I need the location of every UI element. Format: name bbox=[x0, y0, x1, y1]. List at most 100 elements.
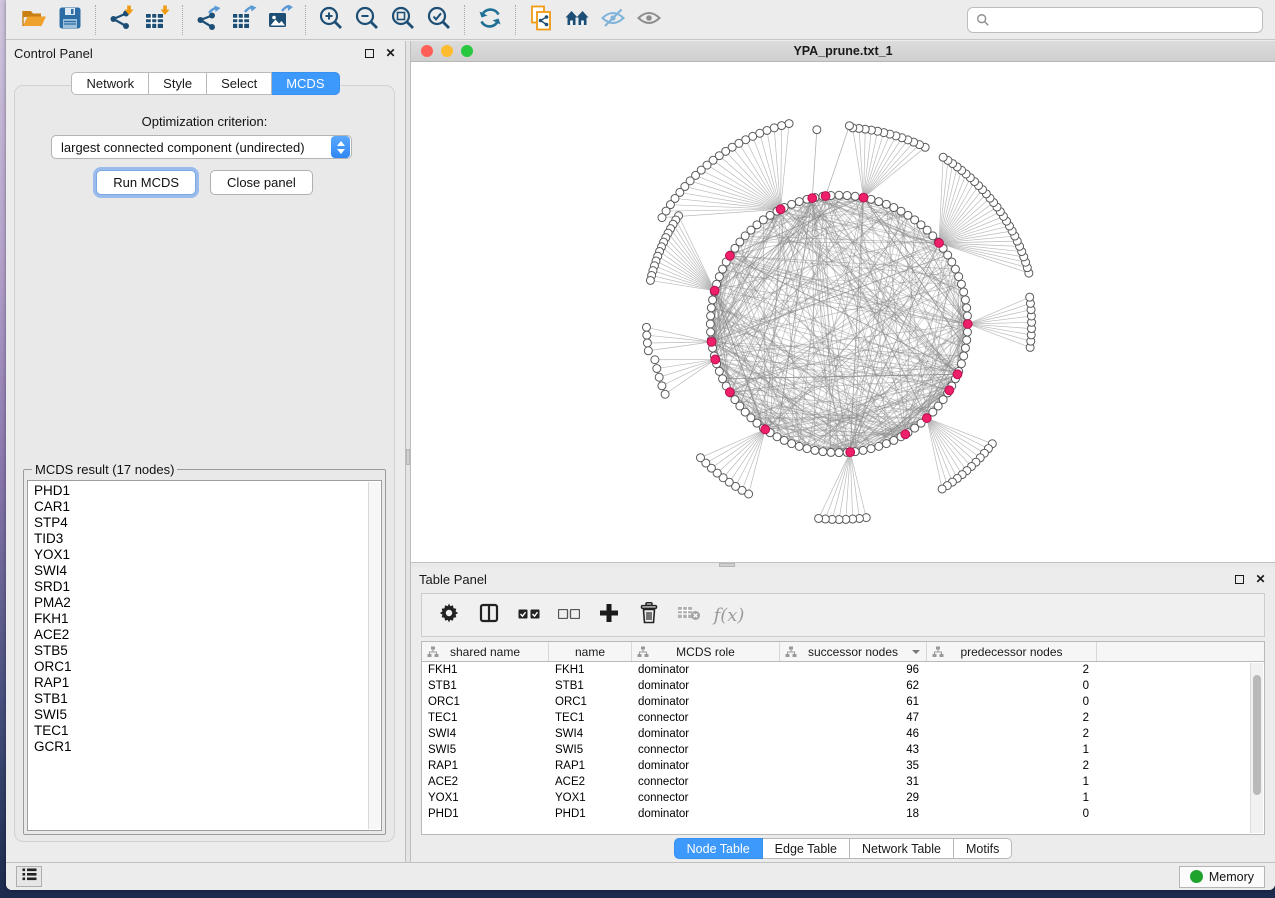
export-image-button[interactable] bbox=[262, 4, 298, 36]
column-header-shared-name[interactable]: shared name bbox=[422, 642, 549, 661]
table-cell: 31 bbox=[780, 776, 927, 788]
table-row[interactable]: FKH1FKH1dominator962 bbox=[422, 662, 1264, 678]
duplicate-network-button[interactable] bbox=[523, 4, 559, 36]
mcds-result-item[interactable]: SRD1 bbox=[34, 579, 367, 595]
search-input[interactable] bbox=[996, 13, 1254, 28]
table-cell: 61 bbox=[780, 696, 927, 708]
network-canvas[interactable] bbox=[411, 62, 1275, 562]
table-row[interactable]: ORC1ORC1dominator610 bbox=[422, 694, 1264, 710]
scrollbar-thumb[interactable] bbox=[1253, 675, 1261, 795]
export-network-button[interactable] bbox=[190, 4, 226, 36]
export-table-icon bbox=[231, 5, 257, 34]
float-panel-icon[interactable] bbox=[363, 47, 376, 60]
tab-network[interactable]: Network bbox=[71, 72, 149, 95]
mcds-result-item[interactable]: STB1 bbox=[34, 691, 367, 707]
mcds-result-item[interactable]: STP4 bbox=[34, 515, 367, 531]
toolbar-separator bbox=[182, 5, 183, 35]
table-cell: 46 bbox=[780, 728, 927, 740]
table-cell: connector bbox=[632, 792, 780, 804]
import-network-button[interactable] bbox=[103, 4, 139, 36]
table-row[interactable]: SWI5SWI5connector431 bbox=[422, 742, 1264, 758]
tab-mcds[interactable]: MCDS bbox=[272, 72, 339, 95]
eye-slash-icon bbox=[600, 5, 626, 34]
close-panel-icon[interactable]: ✕ bbox=[384, 47, 397, 60]
tab-motifs[interactable]: Motifs bbox=[954, 838, 1012, 859]
table-cell: 47 bbox=[780, 712, 927, 724]
mcds-result-item[interactable]: SWI5 bbox=[34, 707, 367, 723]
column-header-name[interactable]: name bbox=[549, 642, 632, 661]
close-panel-icon[interactable]: ✕ bbox=[1254, 573, 1267, 586]
mcds-result-item[interactable]: ORC1 bbox=[34, 659, 367, 675]
column-type-icon bbox=[932, 646, 944, 661]
table-row[interactable]: TEC1TEC1connector472 bbox=[422, 710, 1264, 726]
mcds-result-item[interactable]: SWI4 bbox=[34, 563, 367, 579]
save-session-button[interactable] bbox=[52, 4, 88, 36]
tab-style[interactable]: Style bbox=[149, 72, 207, 95]
delete-table-button[interactable] bbox=[674, 600, 704, 630]
mcds-result-item[interactable]: TID3 bbox=[34, 531, 367, 547]
column-label: successor nodes bbox=[808, 645, 898, 659]
close-panel-button[interactable]: Close panel bbox=[210, 170, 313, 195]
column-header-successor-nodes[interactable]: successor nodes bbox=[780, 642, 927, 661]
mcds-result-item[interactable]: TEC1 bbox=[34, 723, 367, 739]
deselect-all-rows-button[interactable] bbox=[554, 600, 584, 630]
zoom-selected-button[interactable] bbox=[421, 4, 457, 36]
table-cell: ACE2 bbox=[549, 776, 632, 788]
create-column-button[interactable] bbox=[594, 600, 624, 630]
network-window-title: YPA_prune.txt_1 bbox=[411, 44, 1275, 58]
mcds-result-list[interactable]: PHD1CAR1STP4TID3YOX1SWI4SRD1PMA2FKH1ACE2… bbox=[27, 480, 382, 831]
column-header-MCDS-role[interactable]: MCDS role bbox=[632, 642, 780, 661]
tab-select[interactable]: Select bbox=[207, 72, 272, 95]
zoom-fit-button[interactable] bbox=[385, 4, 421, 36]
horizontal-splitter[interactable] bbox=[411, 562, 1275, 567]
table-settings-button[interactable] bbox=[434, 600, 464, 630]
table-row[interactable]: PHD1PHD1dominator180 bbox=[422, 806, 1264, 822]
first-neighbors-button[interactable] bbox=[559, 4, 595, 36]
select-all-rows-button[interactable] bbox=[514, 600, 544, 630]
function-builder-button[interactable]: f(x) bbox=[714, 600, 744, 630]
column-header-predecessor-nodes[interactable]: predecessor nodes bbox=[927, 642, 1097, 661]
checked-boxes-icon bbox=[518, 606, 540, 624]
result-list-scrollbar[interactable] bbox=[368, 482, 380, 829]
splitter-grip[interactable] bbox=[406, 449, 410, 465]
zoom-out-button[interactable] bbox=[349, 4, 385, 36]
tab-node-table[interactable]: Node Table bbox=[674, 838, 763, 859]
delete-column-button[interactable] bbox=[634, 600, 664, 630]
network-window-titlebar[interactable]: YPA_prune.txt_1 bbox=[411, 41, 1275, 62]
mcds-result-item[interactable]: ACE2 bbox=[34, 627, 367, 643]
mcds-result-item[interactable]: YOX1 bbox=[34, 547, 367, 563]
tab-edge-table[interactable]: Edge Table bbox=[763, 838, 850, 859]
table-row[interactable]: STB1STB1dominator620 bbox=[422, 678, 1264, 694]
table-row[interactable]: RAP1RAP1dominator352 bbox=[422, 758, 1264, 774]
table-row[interactable]: SWI4SWI4dominator462 bbox=[422, 726, 1264, 742]
table-panel: Table Panel ✕ f(x) shared namenameMCDS r… bbox=[411, 567, 1275, 862]
table-row[interactable]: ACE2ACE2connector311 bbox=[422, 774, 1264, 790]
mcds-result-item[interactable]: FKH1 bbox=[34, 611, 367, 627]
show-all-button[interactable] bbox=[631, 4, 667, 36]
task-history-button[interactable] bbox=[16, 866, 42, 887]
table-body: FKH1FKH1dominator962STB1STB1dominator620… bbox=[422, 662, 1264, 822]
zoom-in-button[interactable] bbox=[313, 4, 349, 36]
show-column-button[interactable] bbox=[474, 600, 504, 630]
hide-selected-button[interactable] bbox=[595, 4, 631, 36]
table-row[interactable]: YOX1YOX1connector291 bbox=[422, 790, 1264, 806]
tab-network-table[interactable]: Network Table bbox=[850, 838, 954, 859]
float-panel-icon[interactable] bbox=[1233, 573, 1246, 586]
export-table-button[interactable] bbox=[226, 4, 262, 36]
mcds-result-item[interactable]: STB5 bbox=[34, 643, 367, 659]
table-scrollbar[interactable] bbox=[1250, 663, 1263, 833]
zoom-in-icon bbox=[318, 5, 344, 34]
houses-icon bbox=[564, 5, 590, 34]
mcds-result-item[interactable]: PMA2 bbox=[34, 595, 367, 611]
splitter-grip[interactable] bbox=[719, 563, 735, 567]
criterion-select[interactable]: largest connected component (undirected) bbox=[51, 135, 352, 159]
open-session-button[interactable] bbox=[16, 4, 52, 36]
mcds-result-item[interactable]: CAR1 bbox=[34, 499, 367, 515]
mcds-result-item[interactable]: RAP1 bbox=[34, 675, 367, 691]
memory-button[interactable]: Memory bbox=[1179, 866, 1265, 888]
run-mcds-button[interactable]: Run MCDS bbox=[96, 170, 196, 195]
mcds-result-item[interactable]: GCR1 bbox=[34, 739, 367, 755]
import-table-button[interactable] bbox=[139, 4, 175, 36]
mcds-result-item[interactable]: PHD1 bbox=[34, 483, 367, 499]
refresh-button[interactable] bbox=[472, 4, 508, 36]
